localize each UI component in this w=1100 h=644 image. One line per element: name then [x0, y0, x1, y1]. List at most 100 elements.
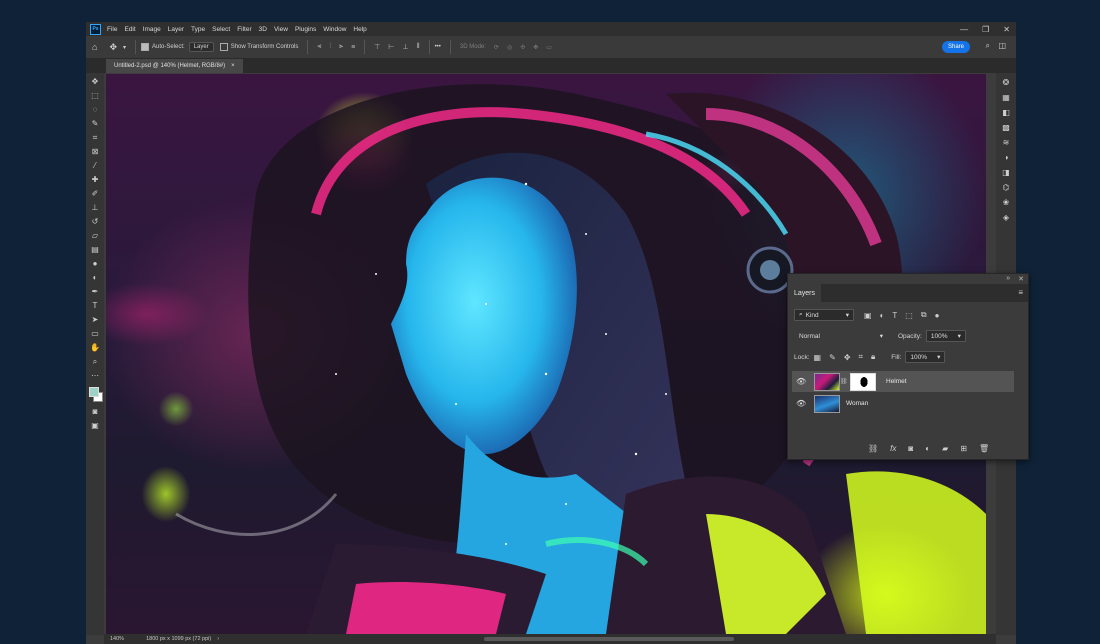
home-icon[interactable]: ⌂ [92, 42, 97, 52]
menu-file[interactable]: File [107, 26, 117, 33]
menu-plugins[interactable]: Plugins [295, 26, 316, 33]
pen-tool-icon[interactable]: ✒ [88, 285, 102, 299]
menu-select[interactable]: Select [212, 26, 230, 33]
minimize-button[interactable]: — [960, 25, 968, 34]
menu-window[interactable]: Window [323, 26, 346, 33]
close-button[interactable]: ✕ [1003, 25, 1010, 34]
fill-field[interactable]: 100% ▾ [905, 351, 946, 363]
color-swatches[interactable] [88, 385, 103, 405]
align-left-icon[interactable]: ⫷ [317, 43, 321, 51]
lock-image-pixels-icon[interactable]: ✎ [829, 353, 836, 362]
swatches-panel-icon[interactable]: ▩ [999, 120, 1013, 135]
share-button[interactable]: Share [942, 41, 970, 53]
gradient-tool-icon[interactable]: ▤ [88, 243, 102, 257]
filter-adjustment-icon[interactable]: ◐ [880, 311, 885, 320]
new-layer-icon[interactable]: ⊞ [960, 444, 967, 453]
frame-tool-icon[interactable]: ⊠ [88, 145, 102, 159]
dodge-tool-icon[interactable]: ◐ [88, 271, 102, 285]
collapse-panel-icon[interactable]: » [1006, 275, 1010, 283]
search-icon[interactable]: ⌕ [986, 41, 990, 51]
layers-panel-icon[interactable]: ◈ [999, 210, 1013, 225]
filter-shape-icon[interactable]: ⬚ [905, 311, 913, 320]
align-bottom-icon[interactable]: ⊥ [402, 43, 408, 51]
close-panel-icon[interactable]: ✕ [1018, 275, 1024, 283]
brush-tool-icon[interactable]: ✐ [88, 187, 102, 201]
maximize-button[interactable]: ❐ [982, 25, 989, 34]
healing-brush-tool-icon[interactable]: ✚ [88, 173, 102, 187]
layer-row-helmet[interactable]: 👁︎ ⛓︎ Helmet [792, 371, 1014, 392]
align-middle-icon[interactable]: ⊢ [388, 43, 394, 51]
lock-position-icon[interactable]: ✥ [844, 353, 851, 362]
3d-roll-icon[interactable]: ◎ [507, 44, 512, 51]
quick-select-tool-icon[interactable]: ✎ [88, 117, 102, 131]
3d-orbit-icon[interactable]: ⟳ [494, 44, 499, 51]
3d-scale-icon[interactable]: ▭ [546, 44, 552, 51]
align-center-icon[interactable]: ⫶ [329, 43, 331, 51]
close-tab-icon[interactable]: × [231, 63, 235, 69]
link-layers-icon[interactable]: ⛓︎ [868, 444, 878, 453]
auto-select-target-dropdown[interactable]: Layer [188, 42, 214, 52]
path-selection-tool-icon[interactable]: ➤ [88, 313, 102, 327]
move-tool-chevron-icon[interactable]: ▾ [123, 44, 126, 51]
opacity-field[interactable]: 100% ▾ [925, 330, 966, 342]
menu-view[interactable]: View [274, 26, 288, 33]
hand-tool-icon[interactable]: ✋ [88, 341, 102, 355]
3d-slide-icon[interactable]: ✥ [533, 44, 538, 51]
status-menu-arrow[interactable]: › [217, 636, 219, 642]
zoom-tool-icon[interactable]: ⌕ [88, 355, 102, 369]
mask-link-icon[interactable]: ⛓︎ [840, 378, 848, 385]
adjustment-layer-icon[interactable]: ◐ [925, 444, 930, 453]
move-tool-icon[interactable]: ✥ [109, 42, 117, 53]
auto-select-checkbox[interactable] [141, 43, 149, 51]
move-tool-icon[interactable]: ✥ [88, 75, 102, 89]
menu-image[interactable]: Image [143, 26, 161, 33]
new-group-icon[interactable]: ▰ [942, 444, 948, 453]
blur-tool-icon[interactable]: ● [88, 257, 102, 271]
marquee-tool-icon[interactable]: ⬚ [88, 89, 102, 103]
foreground-color-swatch[interactable] [89, 387, 99, 397]
paths-panel-icon[interactable]: ⌬ [999, 180, 1013, 195]
workspace-icon[interactable]: ◫ [998, 41, 1006, 50]
menu-layer[interactable]: Layer [168, 26, 184, 33]
panel-menu-icon[interactable]: ≡ [1018, 288, 1023, 297]
properties-panel-icon[interactable]: ◨ [999, 165, 1013, 180]
delete-layer-icon[interactable]: 🗑︎ [979, 444, 989, 453]
styles-panel-icon[interactable]: ◑ [999, 150, 1013, 165]
document-tab[interactable]: Untitled-2.psd @ 140% (Helmet, RGB/8#) × [106, 59, 243, 73]
filter-toggle-icon[interactable]: ● [935, 311, 940, 320]
align-right-icon[interactable]: ⫸ [339, 43, 343, 51]
distribute-vertical-icon[interactable]: ⦀ [416, 43, 419, 51]
filter-type-icon[interactable]: T [892, 311, 897, 320]
more-options-button[interactable]: ••• [435, 44, 441, 50]
tab-layers[interactable]: Layers [788, 284, 822, 302]
menu-filter[interactable]: Filter [237, 26, 251, 33]
eraser-tool-icon[interactable]: ▱ [88, 229, 102, 243]
history-brush-tool-icon[interactable]: ↺ [88, 215, 102, 229]
screen-mode-icon[interactable]: ▣ [88, 419, 102, 433]
clone-stamp-tool-icon[interactable]: ⊥ [88, 201, 102, 215]
rectangle-tool-icon[interactable]: ▭ [88, 327, 102, 341]
layer-filter-dropdown[interactable]: ⌕ Kind ▾ [794, 309, 854, 321]
lock-artboard-icon[interactable]: ⌗ [859, 352, 864, 362]
blend-mode-dropdown[interactable]: Normal ▾ [794, 330, 888, 342]
show-transform-checkbox[interactable] [219, 43, 228, 51]
visibility-eye-icon[interactable]: 👁︎ [796, 377, 810, 386]
learn-panel-icon[interactable]: ❂ [999, 75, 1013, 90]
edit-toolbar-icon[interactable]: ⋯ [88, 369, 102, 383]
visibility-eye-icon[interactable]: 👁︎ [796, 399, 810, 408]
filter-pixel-icon[interactable]: ▣ [864, 311, 872, 320]
type-tool-icon[interactable]: T [88, 299, 102, 313]
fx-icon[interactable]: fx [890, 444, 896, 453]
channels-panel-icon[interactable]: ❀ [999, 195, 1013, 210]
libraries-panel-icon[interactable]: ▦ [999, 90, 1013, 105]
eyedropper-tool-icon[interactable]: ⁄ [88, 159, 102, 173]
layer-row-woman[interactable]: 👁︎ Woman [792, 393, 1014, 414]
crop-tool-icon[interactable]: ⌗ [88, 131, 102, 145]
filter-smart-object-icon[interactable]: ⧉ [921, 310, 927, 320]
color-panel-icon[interactable]: ◧ [999, 105, 1013, 120]
layer-mask-thumbnail[interactable] [850, 372, 876, 391]
lock-all-icon[interactable]: 🔒︎ [871, 352, 875, 362]
zoom-level[interactable]: 140% [110, 636, 124, 642]
align-top-icon[interactable]: ⊤ [374, 43, 380, 51]
quick-mask-icon[interactable]: ◙ [88, 405, 102, 419]
